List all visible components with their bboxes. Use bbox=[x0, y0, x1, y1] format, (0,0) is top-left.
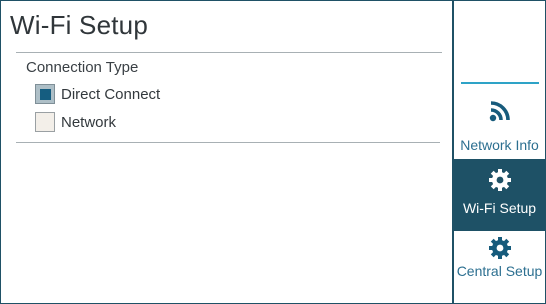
wifi-signal-icon bbox=[488, 99, 512, 125]
page-title: Wi-Fi Setup bbox=[10, 10, 149, 40]
sidebar-item-central-setup[interactable]: Central Setup bbox=[454, 233, 545, 303]
sidebar-divider bbox=[461, 82, 539, 84]
direct-connect-checkbox[interactable] bbox=[35, 84, 55, 104]
network-label: Network bbox=[61, 113, 117, 131]
section-divider bbox=[16, 142, 440, 143]
sidebar-item-label: Wi-Fi Setup bbox=[462, 200, 537, 216]
gear-icon bbox=[488, 167, 512, 193]
gear-icon bbox=[488, 235, 512, 261]
title-divider bbox=[16, 52, 442, 53]
sidebar-item-network-info[interactable]: Network Info bbox=[454, 87, 545, 157]
direct-connect-label: Direct Connect bbox=[61, 85, 161, 103]
sidebar-item-label: Network Info bbox=[460, 137, 539, 153]
network-option[interactable]: Network bbox=[35, 111, 116, 133]
sidebar-item-wifi-setup[interactable]: Wi-Fi Setup bbox=[454, 159, 545, 231]
checkbox-fill bbox=[39, 88, 51, 100]
network-checkbox[interactable] bbox=[35, 112, 55, 132]
device-screen: Wi-Fi Setup Connection Type Direct Conne… bbox=[0, 0, 546, 304]
main-panel: Wi-Fi Setup Connection Type Direct Conne… bbox=[1, 1, 452, 303]
sidebar-item-label: Central Setup bbox=[456, 263, 543, 279]
direct-connect-option[interactable]: Direct Connect bbox=[35, 83, 160, 105]
sidebar: Network Info Wi-Fi Setup Central Setup bbox=[452, 1, 545, 303]
connection-type-label: Connection Type bbox=[26, 59, 139, 76]
